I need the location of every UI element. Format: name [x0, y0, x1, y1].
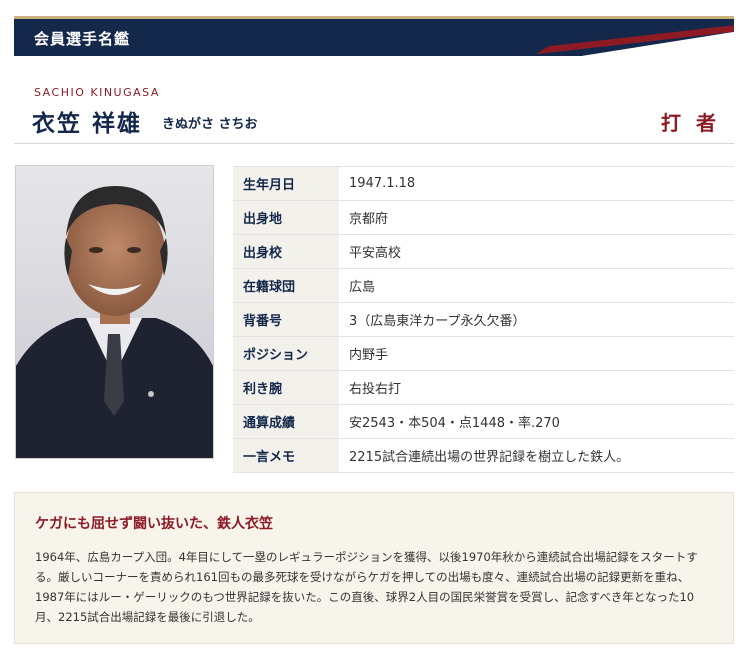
profile-row-birthdate: 生年月日 1947.1.18	[233, 166, 734, 201]
profile-label: 出身校	[233, 234, 339, 269]
profile-value: 平安高校	[339, 234, 734, 269]
profile-label: 背番号	[233, 302, 339, 337]
profile-row-birthplace: 出身地 京都府	[233, 200, 734, 235]
player-category: 打 者	[661, 111, 720, 135]
biography-box: ケガにも屈せず闘い抜いた、鉄人衣笠 1964年、広島カープ入団。4年目にして一塁…	[14, 492, 734, 644]
player-portrait-image	[16, 186, 213, 458]
profile-table: 生年月日 1947.1.18 出身地 京都府 出身校 平安高校 在籍球団 広島 背番号 3…	[233, 166, 734, 473]
profile-label: ポジション	[233, 336, 339, 371]
profile-row-position: ポジション 内野手	[233, 336, 734, 371]
profile-value: 3（広島東洋カープ永久欠番）	[339, 302, 734, 337]
section-header: 会員選手名鑑	[14, 16, 734, 56]
profile-row-career-stats: 通算成績 安2543・本504・点1448・率.270	[233, 404, 734, 439]
profile-value: 2215試合連続出場の世界記録を樹立した鉄人。	[339, 438, 734, 473]
player-romaji-name: SACHIO KINUGASA	[34, 86, 160, 99]
profile-value: 右投右打	[339, 370, 734, 405]
profile-label: 出身地	[233, 200, 339, 235]
profile-value: 内野手	[339, 336, 734, 371]
profile-row-handedness: 利き腕 右投右打	[233, 370, 734, 405]
player-kana-name: きぬがさ さちお	[162, 117, 258, 132]
profile-value: 1947.1.18	[339, 166, 734, 201]
profile-row-memo: 一言メモ 2215試合連続出場の世界記録を樹立した鉄人。	[233, 438, 734, 473]
profile-label: 生年月日	[233, 166, 339, 201]
player-photo	[16, 166, 213, 458]
profile-row-uniform-number: 背番号 3（広島東洋カープ永久欠番）	[233, 302, 734, 337]
profile-row-school: 出身校 平安高校	[233, 234, 734, 269]
profile-label: 在籍球団	[233, 268, 339, 303]
profile-value: 京都府	[339, 200, 734, 235]
divider	[14, 143, 734, 144]
biography-heading: ケガにも屈せず闘い抜いた、鉄人衣笠	[35, 516, 273, 532]
profile-value: 広島	[339, 268, 734, 303]
profile-label: 利き腕	[233, 370, 339, 405]
profile-row-team: 在籍球団 広島	[233, 268, 734, 303]
biography-text: 1964年、広島カープ入団。4年目にして一塁のレギュラーポジションを獲得、以後1…	[35, 550, 698, 624]
profile-label: 一言メモ	[233, 438, 339, 473]
profile-label: 通算成績	[233, 404, 339, 439]
profile-value: 安2543・本504・点1448・率.270	[339, 404, 734, 439]
player-name: 衣笠 祥雄	[32, 110, 143, 137]
section-title: 会員選手名鑑	[34, 30, 131, 48]
